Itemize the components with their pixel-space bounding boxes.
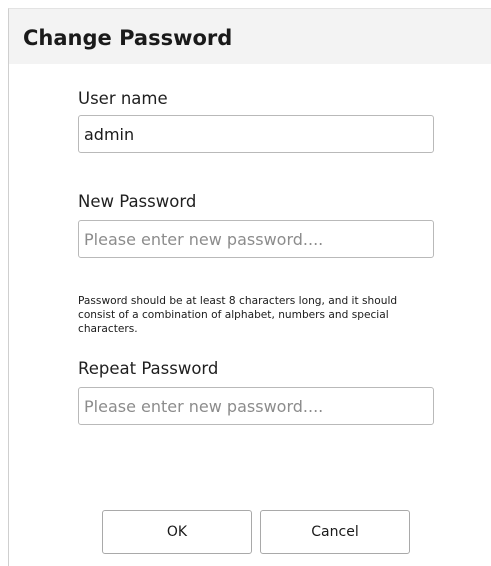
ok-button[interactable]: OK bbox=[102, 510, 252, 554]
change-password-dialog: Change Password User name New Password P… bbox=[8, 8, 491, 566]
dialog-title: Change Password bbox=[23, 26, 233, 50]
new-password-label: New Password bbox=[78, 192, 197, 211]
cancel-button[interactable]: Cancel bbox=[260, 510, 410, 554]
dialog-header: Change Password bbox=[9, 9, 491, 64]
password-requirements-hint: Password should be at least 8 characters… bbox=[78, 295, 398, 335]
new-password-input[interactable] bbox=[78, 220, 434, 258]
username-input[interactable] bbox=[78, 115, 434, 153]
username-label: User name bbox=[78, 89, 168, 108]
repeat-password-input[interactable] bbox=[78, 387, 434, 425]
repeat-password-label: Repeat Password bbox=[78, 359, 219, 378]
